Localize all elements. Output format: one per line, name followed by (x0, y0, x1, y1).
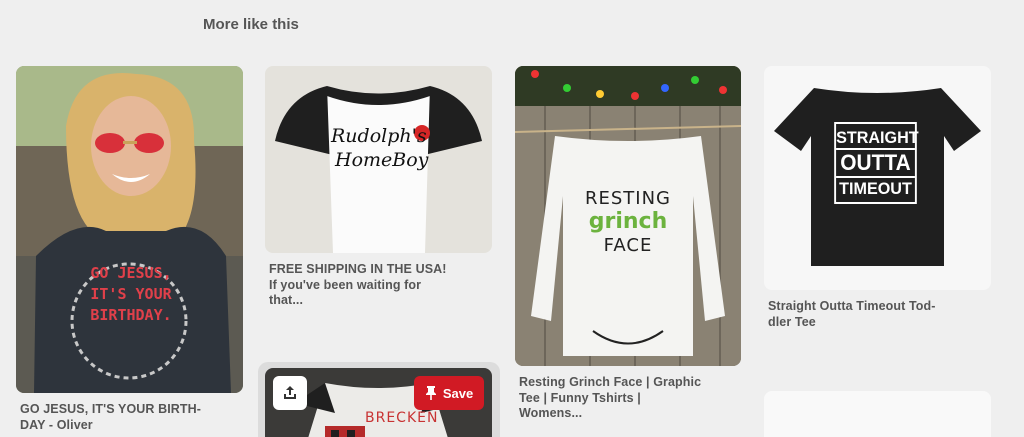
shirt-text-go-jesus: GO JESUS, IT'S YOUR BIRTHDAY. (76, 263, 186, 326)
shirt-text-rudolph: Rudolph's HomeBoy (331, 124, 441, 172)
share-button[interactable] (273, 376, 307, 410)
shirt-text-timeout: STRAIGHT OUTTA TIMEOUT (834, 122, 919, 204)
caption-line: If you've been waiting for (269, 277, 422, 292)
shirt-line: GO JESUS, (90, 264, 172, 282)
pin-image-grinch[interactable]: RESTING grinch FACE (515, 66, 741, 366)
pin-caption-timeout[interactable]: Straight Outta Timeout Tod- dler Tee (768, 299, 990, 330)
shirt-line: OUTTA (836, 150, 915, 178)
save-button[interactable]: Save (414, 376, 484, 410)
shirt-line: IT'S YOUR (90, 285, 172, 303)
caption-line: that... (269, 293, 304, 307)
shirt-line: TIMEOUT (839, 179, 912, 198)
save-label: Save (442, 385, 474, 401)
shirt-line: BIRTHDAY. (90, 306, 172, 324)
shirt-line: STRAIGHT (836, 127, 919, 150)
caption-line: Tee | Funny Tshirts | (519, 390, 641, 405)
pin-image-placeholder[interactable] (764, 391, 991, 437)
shirt-line: Rudolph's (331, 125, 427, 147)
shirt-line: grinch (588, 209, 668, 234)
pin-caption-go-jesus[interactable]: GO JESUS, IT'S YOUR BIRTH- DAY - Oliver (20, 402, 242, 433)
pin-caption-grinch[interactable]: Resting Grinch Face | Graphic Tee | Funn… (519, 375, 741, 422)
pin-photo-go-jesus (16, 66, 243, 393)
pin-image-go-jesus[interactable]: GO JESUS, IT'S YOUR BIRTHDAY. (16, 66, 243, 393)
shirt-text-grinch: RESTING grinch FACE (573, 188, 683, 256)
caption-line: Womens... (519, 406, 583, 420)
caption-line: Resting Grinch Face | Graphic (519, 375, 702, 389)
caption-line: GO JESUS, IT'S YOUR BIRTH- (20, 402, 202, 416)
pin-image-rudolph[interactable]: Rudolph's HomeBoy (265, 66, 492, 253)
section-title: More like this (203, 16, 299, 33)
pin-caption-rudolph[interactable]: FREE SHIPPING IN THE USA! If you've been… (269, 262, 491, 309)
pushpin-icon (425, 386, 436, 400)
caption-line: DAY - Oliver (20, 417, 93, 432)
shirt-line: RESTING (584, 188, 672, 209)
caption-line: dler Tee (768, 314, 816, 329)
shirt-text-brecken: BRECKEN (365, 410, 439, 426)
share-icon (284, 386, 296, 399)
shirt-line: HomeBoy (335, 149, 429, 171)
caption-line: Straight Outta Timeout Tod- (768, 299, 936, 313)
caption-line: FREE SHIPPING IN THE USA! (269, 262, 447, 276)
shirt-line: FACE (603, 235, 653, 256)
pin-image-timeout[interactable]: STRAIGHT OUTTA TIMEOUT (764, 66, 991, 290)
